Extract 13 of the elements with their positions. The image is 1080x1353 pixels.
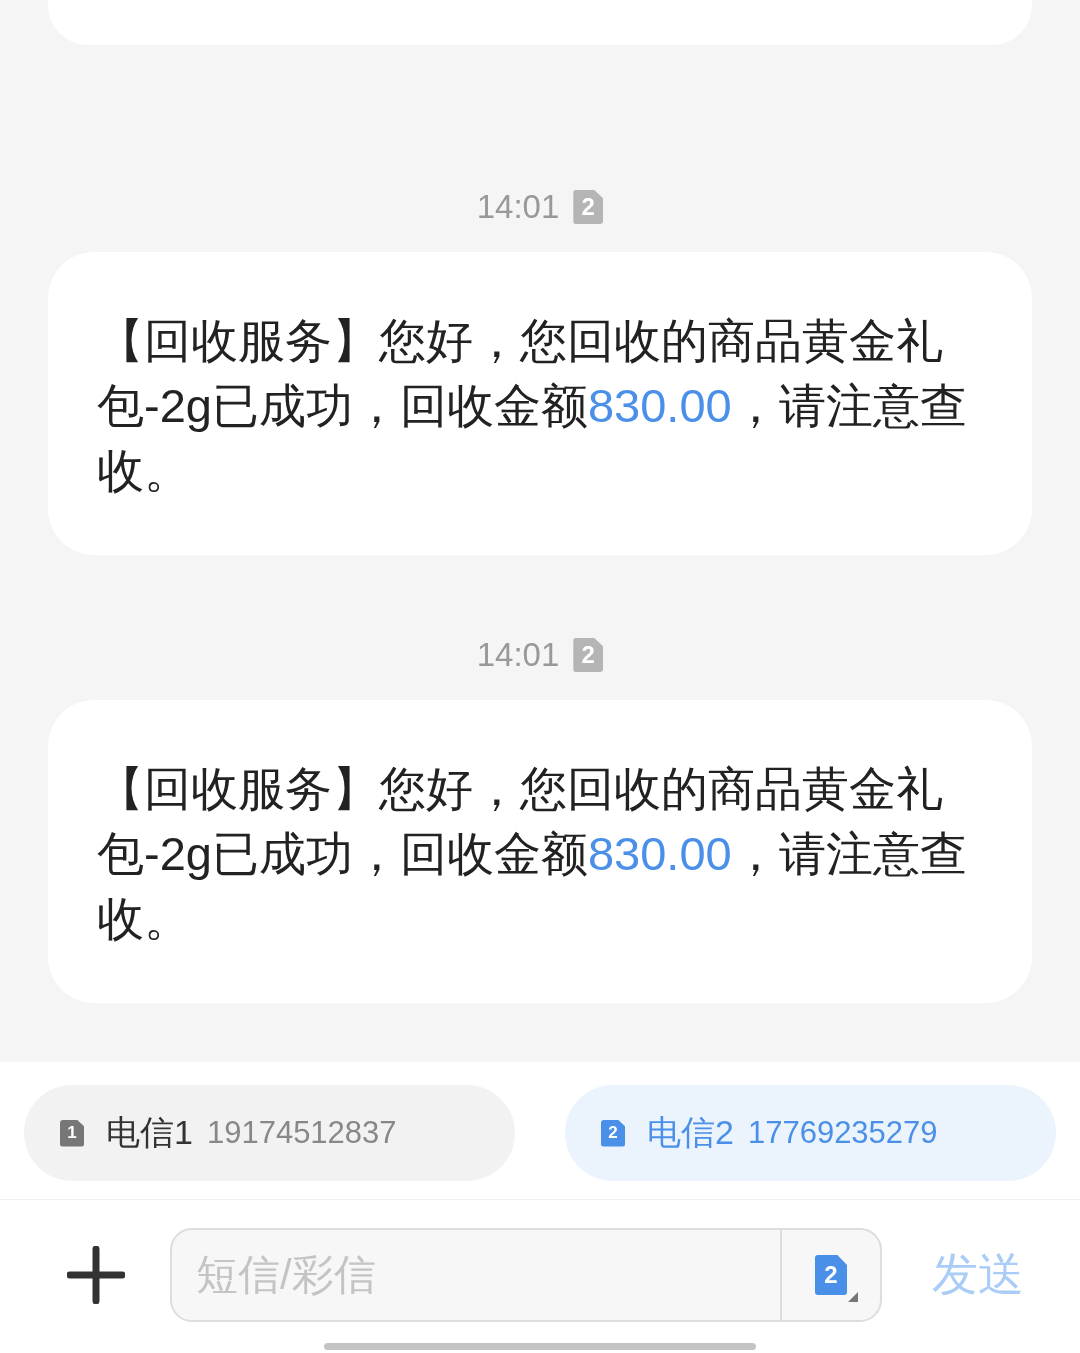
message-time: 14:01 — [476, 636, 560, 674]
message-text: 【回收服务】您好，您回收的商品黄金礼包-2g已成功，回收金额830.00，请注意查收。 — [97, 761, 968, 947]
add-icon[interactable] — [67, 1246, 125, 1304]
sim-select-button[interactable]: 1 电信1 19174512837 — [24, 1085, 515, 1181]
send-button[interactable]: 发送 — [932, 1244, 1024, 1306]
message-text: 【回收服务】您好，您回收的商品黄金礼包-2g已成功，回收金额830.00，请注意查收。 — [97, 313, 968, 499]
amount-link[interactable]: 830.00 — [587, 379, 732, 432]
message-time: 14:01 — [476, 188, 560, 226]
sim-select-button[interactable]: 2 电信2 17769235279 — [565, 1085, 1056, 1181]
amount-link[interactable]: 830.00 — [587, 827, 732, 880]
sim-badge: 2 — [573, 638, 604, 672]
sim-switch-button[interactable]: 2 — [780, 1230, 880, 1320]
sim-badge: 2 — [573, 190, 604, 224]
